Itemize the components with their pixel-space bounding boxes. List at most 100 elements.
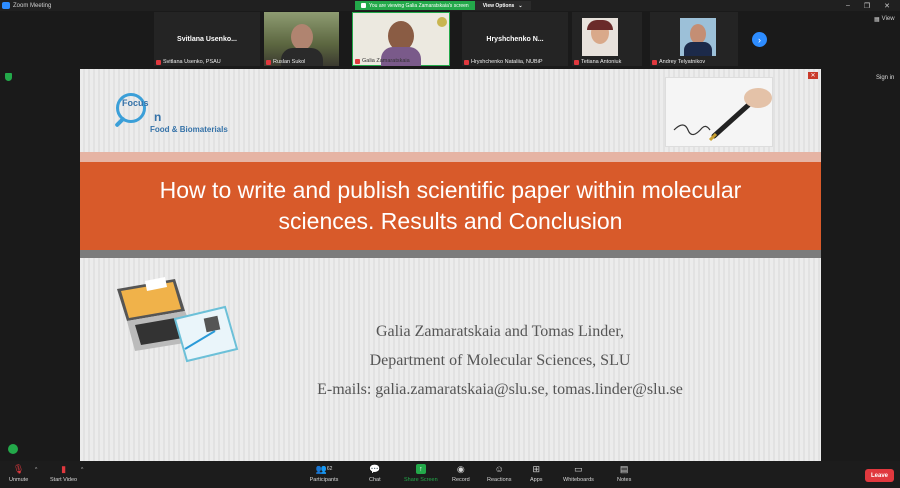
participant-tile[interactable]: Andrey Telyatnikov [650,12,738,66]
slu-logo-icon [437,17,447,27]
slide-department: Department of Molecular Sciences, SLU [369,352,631,369]
participants-button[interactable]: 👥 62 Participants [309,463,339,484]
mic-muted-icon: 🎙 [12,463,25,474]
minimize-button[interactable]: – [846,2,850,10]
participant-label-text: Galia Zamaratskaia [362,58,410,64]
mic-muted-icon [574,59,579,65]
apps-button[interactable]: ⊞ Apps [530,463,543,484]
chat-button[interactable]: 💬 Chat [369,463,381,484]
annotate-pencil-icon[interactable] [8,444,18,454]
participant-hair [587,20,613,30]
reactions-button[interactable]: ☺ Reactions [487,464,511,483]
focus-on-food-logo: Focus n Food & Biomaterials [110,83,250,143]
laptop-illustration [105,269,240,369]
mic-muted-icon [464,59,469,65]
participant-label: Hryshchenko Nataliia, NUBiP [464,59,543,65]
shield-icon [361,3,366,8]
video-options-caret-icon[interactable]: ^ [81,467,83,473]
video-off-icon: ▮ [61,463,67,474]
unmute-label: Unmute [9,477,29,483]
unmute-button[interactable]: 🎙 Unmute [9,463,29,484]
apps-label: Apps [530,477,543,483]
participant-label-text: Svitlana Usenko, PSAU [163,59,221,65]
pen-signature-icon [673,88,772,142]
next-participants-button[interactable]: › [752,32,767,47]
participant-tile-name: Hryshchenko N... [486,35,544,43]
slide-close-icon[interactable]: ✕ [808,72,818,79]
participant-tile[interactable]: Tetiana Antoniuk [572,12,642,66]
mic-muted-icon [266,59,271,65]
participant-label-text: Tetiana Antoniuk [581,59,622,65]
audio-options-caret-icon[interactable]: ^ [35,467,37,473]
shared-screen-slide: Focus n Food & Biomaterials How to write… [80,69,821,461]
reactions-icon: ☺ [494,464,504,474]
apps-icon: ⊞ [532,463,541,474]
participant-tile-name: Svitlana Usenko... [177,35,237,43]
decorative-stripe [80,152,821,162]
record-button[interactable]: ◉ Record [452,464,470,484]
chat-label: Chat [369,477,381,483]
participant-face [291,24,313,50]
fountain-pen-image [665,77,773,147]
view-options-button[interactable]: View Options ⌄ [474,1,531,10]
slide-author-names: Galia Zamaratskaia and Tomas Linder, [375,323,625,340]
participant-label: Svitlana Usenko, PSAU [156,59,221,65]
slide-emails: E-mails: galia.zamaratskaia@slu.se, toma… [317,381,683,398]
participant-tile-active-speaker[interactable]: Galia Zamaratskaia [352,12,450,66]
reactions-label: Reactions [487,477,512,483]
slide-authors: Galia Zamaratskaia and Tomas Linder, Dep… [240,317,760,404]
zoom-logo-icon [2,2,10,9]
participants-icon: 👥 62 [315,463,333,474]
maximize-button[interactable]: ❐ [864,2,870,10]
whiteboards-button[interactable]: ▭ Whiteboards [563,463,594,484]
leave-button[interactable]: Leave [865,469,894,482]
laptop-icon [117,277,239,363]
participant-tile[interactable]: Ruslan Sukol [264,12,339,66]
magnifier-handle [114,116,126,128]
decorative-stripe [80,250,821,258]
share-banner: You are viewing Galia Zamaratskaia's scr… [355,1,531,10]
meeting-toolbar [0,461,900,488]
participant-label: Galia Zamaratskaia [355,58,410,64]
chevron-right-icon: › [758,34,761,45]
participant-label-text: Hryshchenko Nataliia, NUBiP [471,59,543,65]
participant-label: Ruslan Sukol [266,59,305,65]
participant-face [690,24,706,44]
mic-muted-icon [355,58,360,64]
whiteboards-label: Whiteboards [563,477,594,483]
notes-label: Notes [617,477,632,483]
participant-body [684,42,712,56]
view-options-label: View Options [482,2,515,9]
participant-label-text: Ruslan Sukol [273,59,306,65]
start-video-label: Start Video [50,477,78,483]
participant-label-text: Andrey Telyatnikov [659,59,706,65]
share-screen-label: Share Screen [404,477,438,483]
viewing-indicator: You are viewing Galia Zamaratskaia's scr… [355,1,475,10]
participant-label: Andrey Telyatnikov [652,59,705,65]
share-screen-button[interactable]: ↑ Share Screen [404,464,438,483]
logo-sub-text: Food & Biomaterials [150,125,228,134]
chat-icon: 💬 [369,463,381,474]
notes-icon: ▤ [619,463,629,474]
mic-muted-icon [652,59,657,65]
security-shield-icon [5,73,12,81]
chevron-down-icon: ⌄ [518,2,523,9]
window-title: Zoom Meeting [13,2,52,9]
participant-tile[interactable]: Hryshchenko N... Hryshchenko Nataliia, N… [462,12,568,66]
window-controls: – ❐ ✕ [846,2,890,10]
logo-focus-text: Focus [122,98,149,108]
slide-title: How to write and publish scientific pape… [159,177,742,234]
whiteboard-icon: ▭ [574,463,583,474]
slide-title-band: How to write and publish scientific pape… [80,162,821,250]
start-video-button[interactable]: ▮ Start Video [50,463,78,484]
sign-in-link[interactable]: Sign in [876,75,894,81]
notes-button[interactable]: ▤ Notes [617,463,632,484]
mic-muted-icon [156,59,161,65]
share-screen-icon: ↑ [415,464,426,474]
participants-label: Participants [309,477,339,483]
close-button[interactable]: ✕ [884,2,890,10]
participant-label: Tetiana Antoniuk [574,59,621,65]
participant-tile[interactable]: Svitlana Usenko... Svitlana Usenko, PSAU [154,12,260,66]
participants-count: 62 [326,466,333,472]
logo-on-text: n [154,110,162,124]
